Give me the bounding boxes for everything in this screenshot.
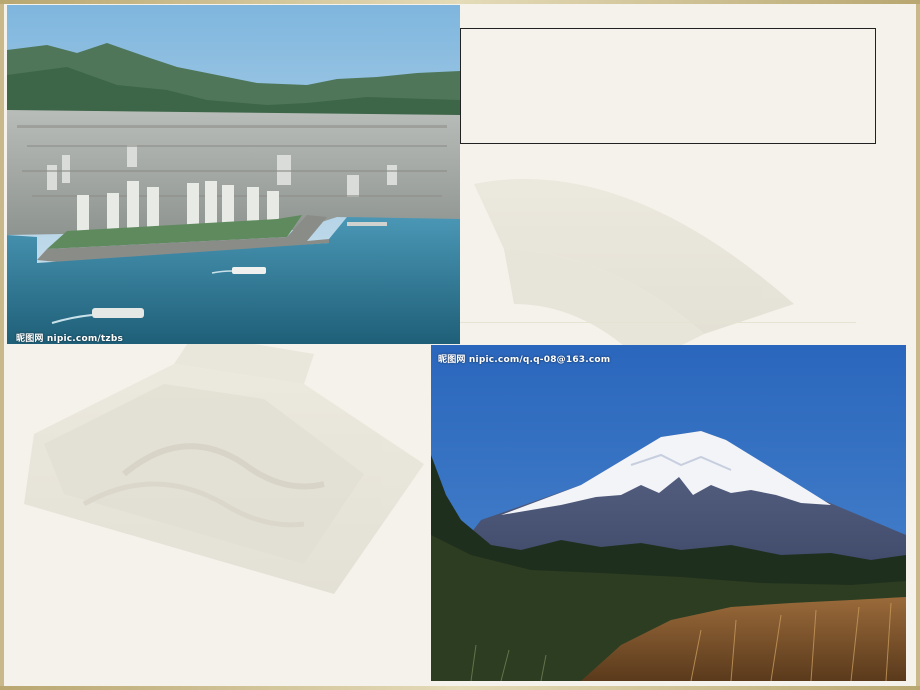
slide-canvas: 昵图网 nipic.com/tzbs 昵图网 nipic.com/q.q-08@… bbox=[4, 4, 916, 686]
mount-fuji-photo: 昵图网 nipic.com/q.q-08@163.com bbox=[431, 345, 906, 681]
city-harbor-photo: 昵图网 nipic.com/tzbs bbox=[7, 5, 460, 344]
divider-line bbox=[460, 322, 856, 323]
fuji-photo-watermark: 昵图网 nipic.com/q.q-08@163.com bbox=[438, 355, 611, 365]
empty-text-box[interactable] bbox=[460, 28, 876, 144]
slide-frame-bottom bbox=[0, 686, 920, 690]
city-photo-watermark: 昵图网 nipic.com/tzbs bbox=[16, 334, 124, 344]
